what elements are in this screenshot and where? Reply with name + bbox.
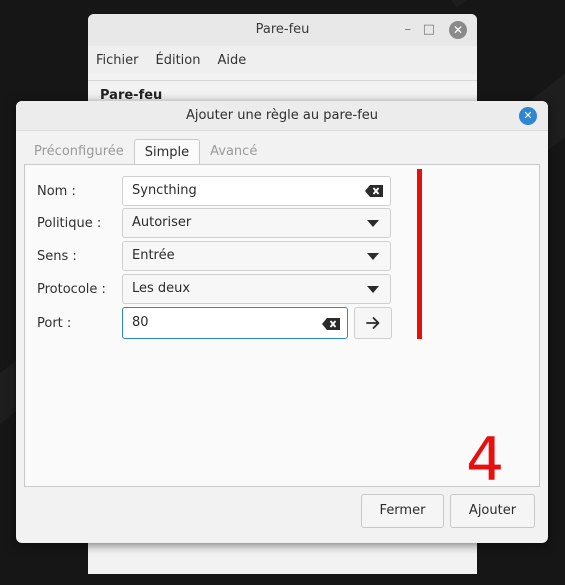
back-window-close-button[interactable]: ✕ [449,21,467,39]
menu-aide[interactable]: Aide [217,53,246,68]
add-button[interactable]: Ajouter [450,494,535,528]
back-window-titlebar: Pare-feu – □ ✕ [88,14,477,46]
policy-label: Politique : [37,215,102,231]
close-button[interactable]: Fermer [361,494,444,528]
name-row: Nom : [37,176,115,206]
clear-text-icon[interactable] [365,185,383,197]
port-row: Port : [37,308,115,338]
direction-value: Entrée [132,248,175,263]
minimize-button[interactable]: – [405,14,412,46]
policy-value: Autoriser [132,215,192,230]
policy-row: Politique : [37,208,115,238]
chevron-down-icon [367,220,379,227]
dialog-title: Ajouter une règle au pare-feu [185,108,379,123]
protocol-label: Protocole : [37,281,106,297]
name-value: Syncthing [132,183,197,198]
clear-text-icon[interactable] [322,318,340,330]
port-input[interactable]: 80 [122,307,348,339]
protocol-value: Les deux [132,281,191,296]
annotation-step-number: 4 [466,425,505,495]
menu-fichier[interactable]: Fichier [96,53,139,68]
chevron-down-icon [367,253,379,260]
arrow-right-icon [366,317,380,329]
policy-select[interactable]: Autoriser [122,208,391,238]
maximize-button[interactable]: □ [423,14,435,46]
port-apply-button[interactable] [354,307,392,339]
direction-select[interactable]: Entrée [122,241,391,271]
direction-row: Sens : [37,241,115,271]
protocol-select[interactable]: Les deux [122,274,391,304]
tab-simple[interactable]: Simple [133,139,201,165]
simple-tab-panel: Nom : Syncthing Politique : Autoriser Se… [24,164,540,487]
chevron-down-icon [367,286,379,293]
tab-advanced[interactable]: Avancé [200,139,267,165]
menu-edition[interactable]: Édition [156,53,201,68]
dialog-titlebar: Ajouter une règle au pare-feu ✕ [16,101,548,131]
port-label: Port : [37,315,72,331]
direction-label: Sens : [37,248,77,264]
name-input[interactable]: Syncthing [122,176,391,206]
background-stripe [420,0,565,8]
name-label: Nom : [37,183,76,199]
tab-preconfigured[interactable]: Préconfigurée [24,139,134,165]
annotation-red-bar [417,169,422,339]
rule-tabs: Préconfigurée Simple Avancé [24,139,267,165]
back-window-title: Pare-feu [255,22,310,37]
port-value: 80 [132,315,149,330]
protocol-row: Protocole : [37,274,115,304]
dialog-close-button[interactable]: ✕ [519,107,537,125]
menubar: Fichier Édition Aide [88,46,477,74]
